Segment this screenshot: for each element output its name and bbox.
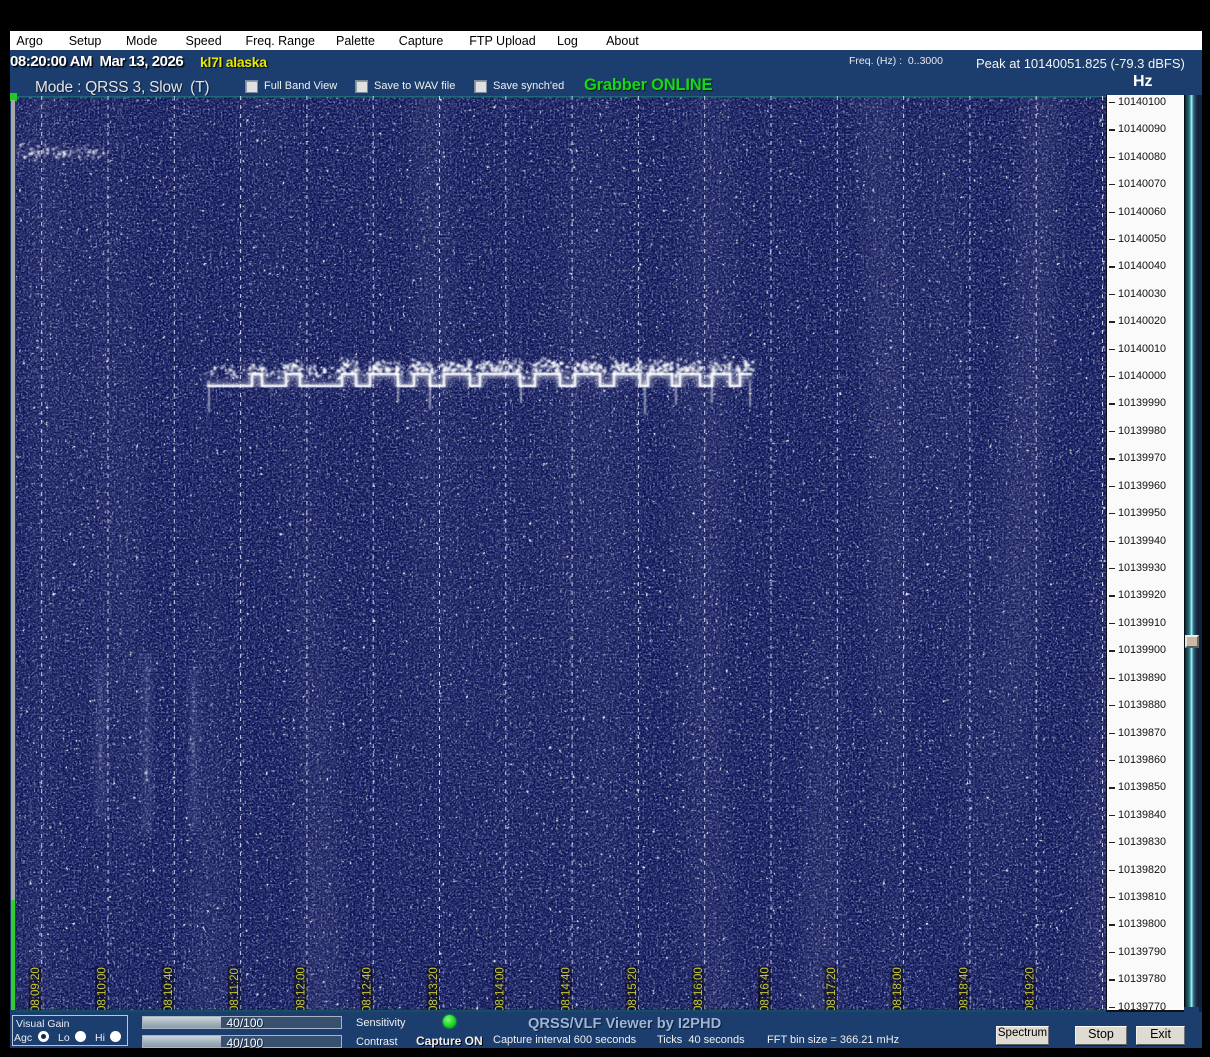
svg-text:08:09:20: 08:09:20	[30, 967, 42, 1010]
svg-text:08:18:00: 08:18:00	[892, 967, 904, 1010]
svg-text:08:12:00: 08:12:00	[295, 967, 307, 1010]
svg-text:08:10:40: 08:10:40	[163, 967, 175, 1010]
svg-text:08:16:40: 08:16:40	[760, 967, 772, 1010]
svg-text:08:17:20: 08:17:20	[826, 967, 838, 1010]
svg-text:08:18:40: 08:18:40	[958, 967, 970, 1010]
svg-text:08:19:20: 08:19:20	[1025, 967, 1037, 1010]
svg-text:08:11:20: 08:11:20	[229, 968, 241, 1010]
svg-text:08:12:40: 08:12:40	[362, 967, 374, 1010]
svg-text:08:15:20: 08:15:20	[627, 967, 639, 1010]
svg-text:08:16:00: 08:16:00	[693, 967, 705, 1010]
svg-text:08:10:00: 08:10:00	[97, 967, 109, 1010]
svg-text:08:14:00: 08:14:00	[494, 967, 506, 1010]
svg-text:08:14:40: 08:14:40	[561, 967, 573, 1010]
svg-text:08:13:20: 08:13:20	[428, 967, 440, 1010]
